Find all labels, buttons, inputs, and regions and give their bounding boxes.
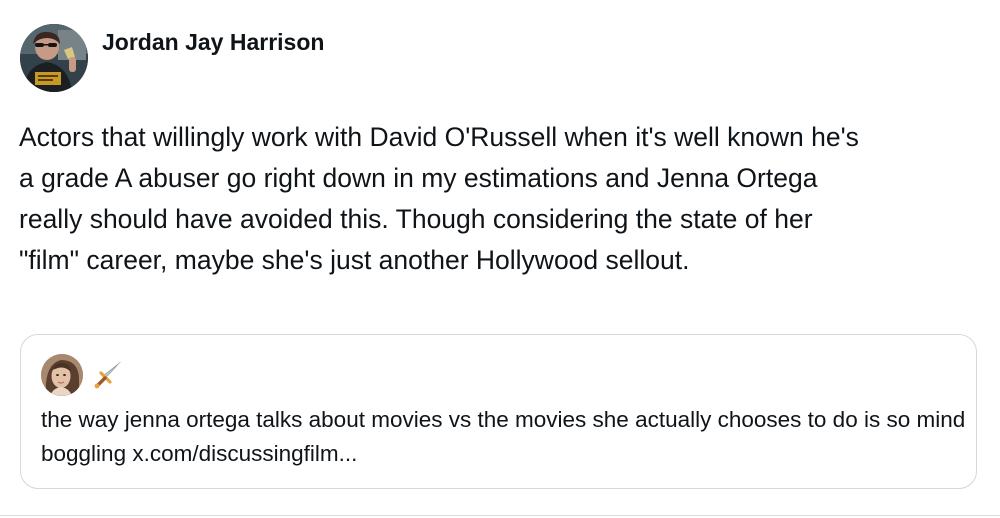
quoted-post-text: the way jenna ortega talks about movies … (41, 403, 966, 471)
post: Jordan Jay Harrison Actors that willingl… (0, 0, 1000, 518)
quoted-author-avatar[interactable] (41, 354, 83, 396)
author-name[interactable]: Jordan Jay Harrison (102, 28, 324, 56)
quoted-post-card[interactable]: the way jenna ortega talks about movies … (20, 334, 977, 489)
quoted-author-avatar-image (41, 354, 83, 396)
quoted-post-link[interactable]: x.com/discussingfilm... (132, 441, 357, 466)
dagger-icon (91, 358, 125, 392)
bottom-divider (0, 515, 1000, 516)
author-avatar[interactable] (20, 24, 88, 92)
post-text: Actors that willingly work with David O'… (19, 122, 859, 275)
author-avatar-image (20, 24, 88, 92)
